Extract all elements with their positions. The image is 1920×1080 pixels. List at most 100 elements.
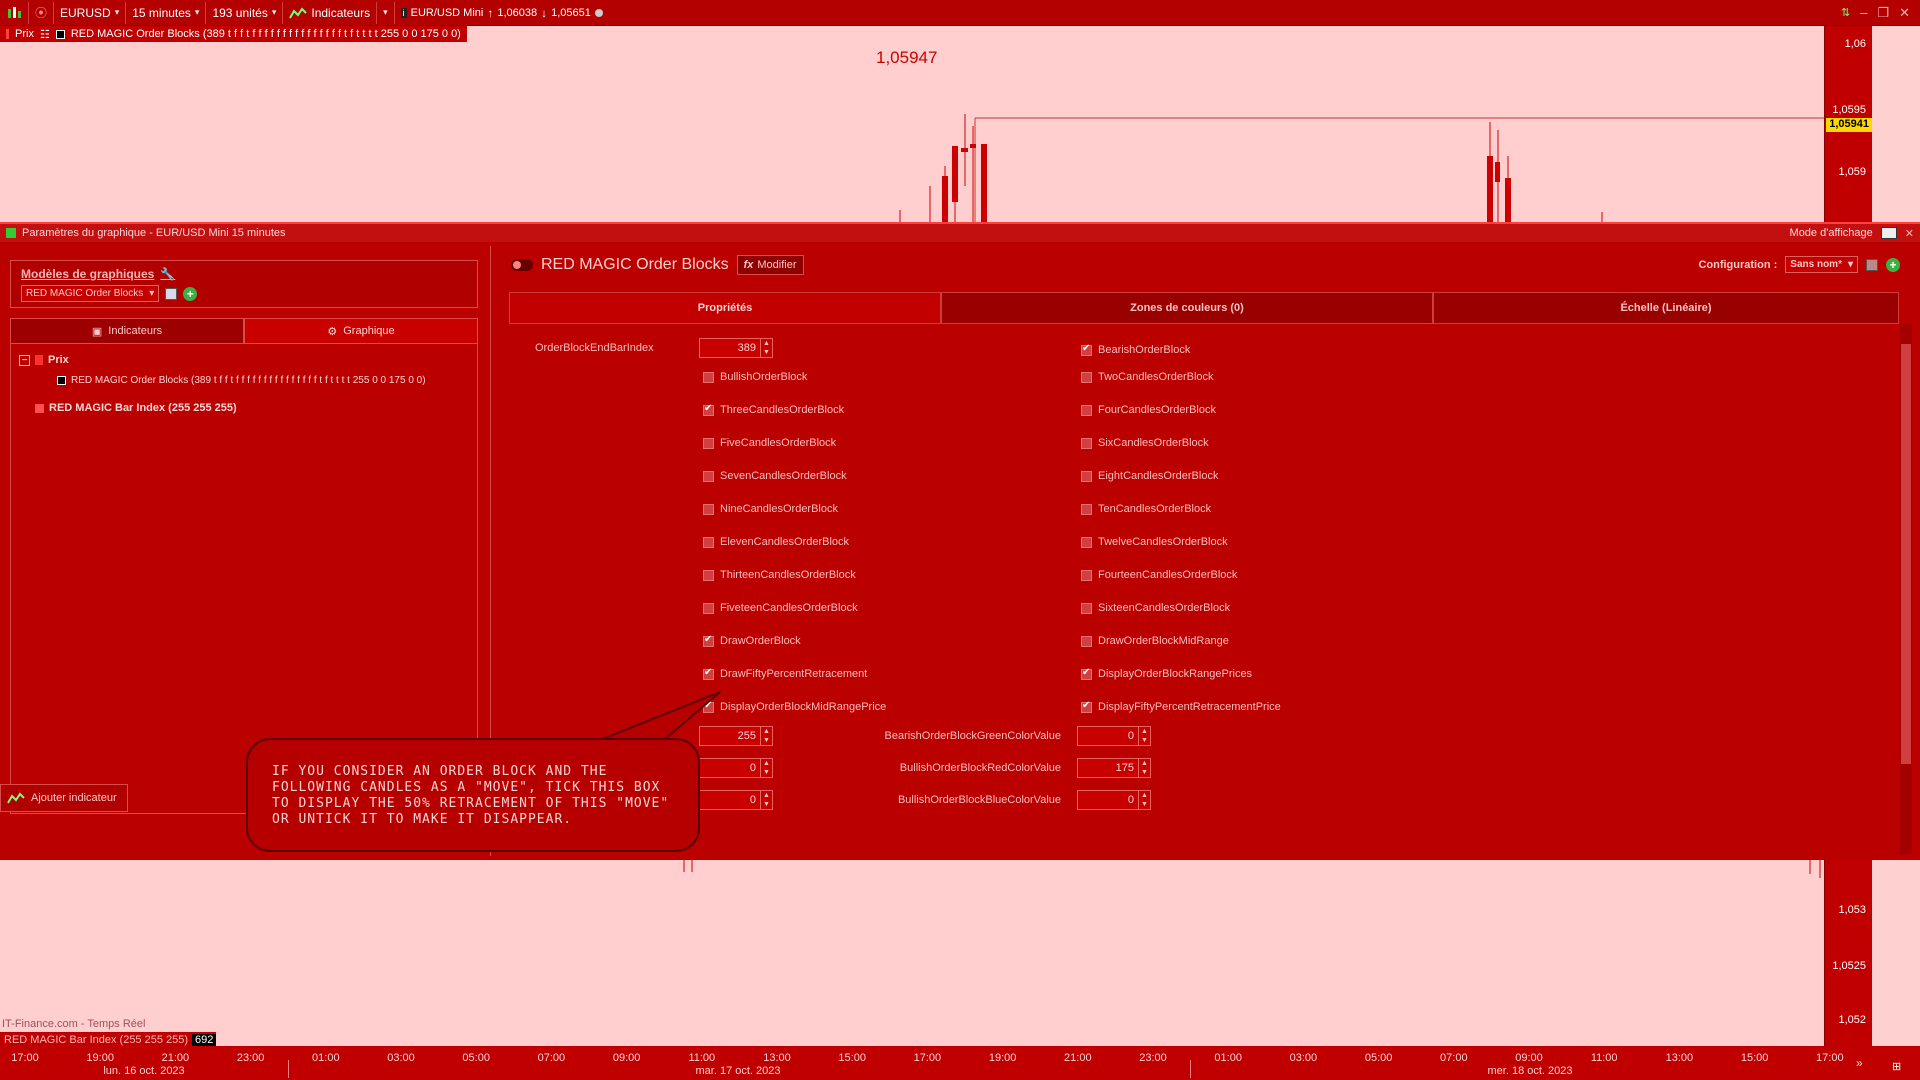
stepper-icon[interactable]: ▲ ▼ [1138,759,1150,777]
tab-color-zones[interactable]: Zones de couleurs (0) [941,292,1433,324]
sync-icon[interactable]: ⇅ [1841,6,1850,19]
checkbox-three-candles[interactable]: ThreeCandlesOrderBlock [703,402,844,418]
checkbox[interactable] [703,536,714,548]
add-model-icon[interactable]: + [183,286,198,301]
checkbox[interactable] [1081,602,1092,614]
save-icon[interactable] [1866,258,1878,271]
checkbox[interactable] [1081,470,1092,482]
checkbox[interactable] [1081,437,1092,449]
checkbox-bearish-order-block[interactable]: BearishOrderBlock [1081,342,1190,358]
checkbox-twelve-candles[interactable]: TwelveCandlesOrderBlock [1081,534,1228,550]
checkbox[interactable] [1081,343,1092,356]
checkbox-two-candles[interactable]: TwoCandlesOrderBlock [1081,369,1214,385]
stepper-icon[interactable]: ▲ ▼ [760,339,772,357]
stepper-icon[interactable]: ▲ ▼ [1138,791,1150,809]
bullish-red-input[interactable]: 175 ▲ ▼ [1077,758,1151,778]
add-config-icon[interactable]: + [1886,257,1900,272]
config-select[interactable]: Sans nom* ▾ [1785,256,1858,273]
checkbox-fiveteen-candles[interactable]: FiveteenCandlesOrderBlock [703,600,858,616]
checkbox[interactable] [1081,667,1092,680]
checkbox-sixteen-candles[interactable]: SixteenCandlesOrderBlock [1081,600,1230,616]
zoom-icon[interactable]: ⊞ [1892,1060,1901,1073]
chart-type-icon[interactable] [0,1,29,24]
checkbox-fourteen-candles[interactable]: FourteenCandlesOrderBlock [1081,567,1237,583]
tab-indicators[interactable]: ▣ Indicateurs [10,318,244,344]
checkbox-five-candles[interactable]: FiveCandlesOrderBlock [703,435,836,451]
tree-item-bar-index[interactable]: RED MAGIC Bar Index (255 255 255) [19,398,469,418]
indicators-button[interactable]: Indicateurs [283,1,378,24]
tab-properties[interactable]: Propriétés [509,292,941,324]
checkbox[interactable] [703,569,714,581]
price-axis-upper[interactable]: 1,06 1,0595 1,05941 1,059 [1824,26,1872,222]
restore-icon[interactable]: ❐ [1877,5,1889,21]
checkbox[interactable] [1081,404,1092,416]
checkbox-thirteen-candles[interactable]: ThirteenCandlesOrderBlock [703,567,856,583]
checkbox-draw-fifty-percent[interactable]: DrawFiftyPercentRetracement [703,666,867,682]
checkbox[interactable] [1081,700,1092,713]
units-select[interactable]: 193 unités ▾ [206,1,284,24]
checkbox-seven-candles[interactable]: SevenCandlesOrderBlock [703,468,847,484]
checkbox[interactable] [703,403,714,416]
checkbox[interactable] [1081,503,1092,515]
checkbox[interactable] [703,602,714,614]
bullish-blue-input[interactable]: 0 ▲ ▼ [1077,790,1151,810]
checkbox-six-candles[interactable]: SixCandlesOrderBlock [1081,435,1209,451]
checkbox-display-range-prices[interactable]: DisplayOrderBlockRangePrices [1081,666,1252,682]
bar-index-legend[interactable]: RED MAGIC Bar Index (255 255 255) 692 [0,1032,217,1046]
scrollbar-thumb[interactable] [1901,344,1911,764]
tree-item-prix[interactable]: − Prix [19,350,469,370]
bearish-green-input[interactable]: 0 ▲ ▼ [1077,726,1151,746]
checkbox[interactable] [703,634,714,647]
properties-scrollbar[interactable] [1900,324,1912,854]
checkbox[interactable] [703,470,714,482]
collapse-icon[interactable]: − [19,354,30,366]
end-bar-input[interactable]: 389 ▲ ▼ [699,338,773,358]
close-icon[interactable]: ✕ [1905,227,1914,240]
checkbox[interactable] [1081,371,1092,383]
checkbox[interactable] [1081,536,1092,548]
stepper-icon[interactable]: ▲ ▼ [760,791,772,809]
tab-scale[interactable]: Échelle (Linéaire) [1433,292,1899,324]
checkbox[interactable] [703,371,714,383]
indicators-dropdown[interactable]: ▾ [377,1,395,24]
models-link[interactable]: Modèles de graphiques [21,267,154,281]
price-chart-lower[interactable]: IT-Finance.com - Temps Réel RED MAGIC Ba… [0,860,1872,1046]
color-value-input-2[interactable]: 0 ▲ ▼ [699,758,773,778]
stepper-icon[interactable]: ▲ ▼ [1138,727,1150,745]
checkbox-nine-candles[interactable]: NineCandlesOrderBlock [703,501,838,517]
modify-button[interactable]: fx Modifier [736,255,804,275]
checkbox[interactable] [703,503,714,515]
checkbox[interactable] [703,667,714,680]
timeframe-select[interactable]: 15 minutes ▾ [126,1,207,24]
scroll-right-icon[interactable]: » [1856,1056,1863,1070]
save-icon[interactable] [165,287,178,300]
symbol-select[interactable]: EURUSD ▾ [54,1,127,24]
checkbox-bullish-order-block[interactable]: BullishOrderBlock [703,369,807,385]
checkbox[interactable] [1081,635,1092,647]
model-select[interactable]: RED MAGIC Order Blocks ▾ [21,285,160,302]
checkbox-eight-candles[interactable]: EightCandlesOrderBlock [1081,468,1218,484]
checkbox[interactable] [703,437,714,449]
close-icon[interactable]: ✕ [1899,5,1910,21]
wrench-icon[interactable]: 🔧 [160,267,175,281]
minimize-icon[interactable]: – [1860,5,1867,20]
checkbox-draw-order-block[interactable]: DrawOrderBlock [703,633,801,649]
checkbox-four-candles[interactable]: FourCandlesOrderBlock [1081,402,1216,418]
color-value-input-3[interactable]: 0 ▲ ▼ [699,790,773,810]
indicator-toggle[interactable] [511,259,533,271]
checkbox-display-fifty-percent-price[interactable]: DisplayFiftyPercentRetracementPrice [1081,699,1281,715]
lock-icon[interactable]: ⦿ [29,1,55,24]
checkbox-ten-candles[interactable]: TenCandlesOrderBlock [1081,501,1211,517]
display-mode-icon[interactable] [1880,227,1897,239]
price-axis-lower[interactable]: 1,053 1,0525 1,052 [1824,860,1872,1046]
tree-item-order-blocks[interactable]: RED MAGIC Order Blocks (389 t f f t f f … [19,370,469,390]
price-chart-upper[interactable]: Prix ☷ RED MAGIC Order Blocks (389 t f f… [0,26,1872,222]
checkbox[interactable] [1081,569,1092,581]
add-indicator-button[interactable]: Ajouter indicateur [0,784,128,812]
checkbox-eleven-candles[interactable]: ElevenCandlesOrderBlock [703,534,849,550]
tab-graph[interactable]: ⚙ Graphique [244,318,478,344]
checkbox-draw-mid-range[interactable]: DrawOrderBlockMidRange [1081,633,1229,649]
time-axis[interactable]: 17:00 19:00 21:00 23:00 01:00 03:00 05:00 07:00… [0,1046,1920,1080]
stepper-icon[interactable]: ▲ ▼ [760,759,772,777]
checkbox-display-mid-range[interactable]: DisplayOrderBlockMidRangePrice [703,699,886,715]
